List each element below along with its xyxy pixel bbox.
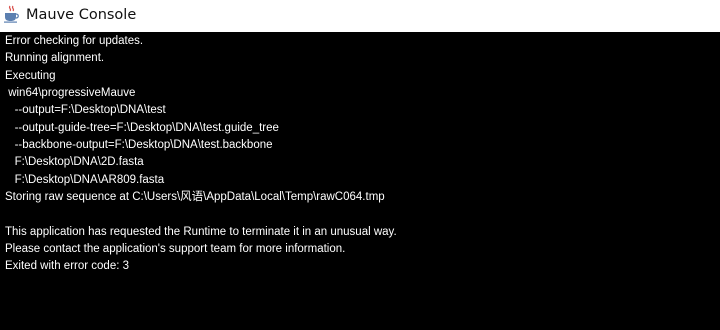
console-lines: Error checking for updates. Running alig… — [5, 33, 720, 276]
console-output-area[interactable]: Error checking for updates. Running alig… — [0, 32, 720, 330]
console-line: --backbone-output=F:\Desktop\DNA\test.ba… — [5, 139, 273, 152]
console-line: F:\Desktop\DNA\AR809.fasta — [5, 173, 165, 186]
title-bar[interactable]: Mauve Console — [0, 0, 720, 32]
java-cup-icon — [3, 5, 19, 23]
console-line: Executing — [5, 69, 56, 82]
console-line: --output-guide-tree=F:\Desktop\DNA\test.… — [5, 121, 279, 134]
console-line: Running alignment. — [5, 52, 105, 65]
console-line: Please contact the application's support… — [5, 243, 346, 256]
console-line: F:\Desktop\DNA\2D.fasta — [5, 156, 144, 169]
console-line: This application has requested the Runti… — [5, 225, 397, 238]
console-line: Error checking for updates. — [5, 35, 144, 47]
window-title: Mauve Console — [26, 7, 137, 23]
console-line: Exited with error code: 3 — [5, 260, 130, 273]
console-line: --output=F:\Desktop\DNA\test — [5, 104, 166, 117]
console-line: win64\progressiveMauve — [5, 87, 136, 100]
console-line: Storing raw sequence at C:\Users\风语\AppD… — [5, 191, 385, 204]
mauve-console-window: Mauve Console Error checking for updates… — [0, 0, 720, 330]
